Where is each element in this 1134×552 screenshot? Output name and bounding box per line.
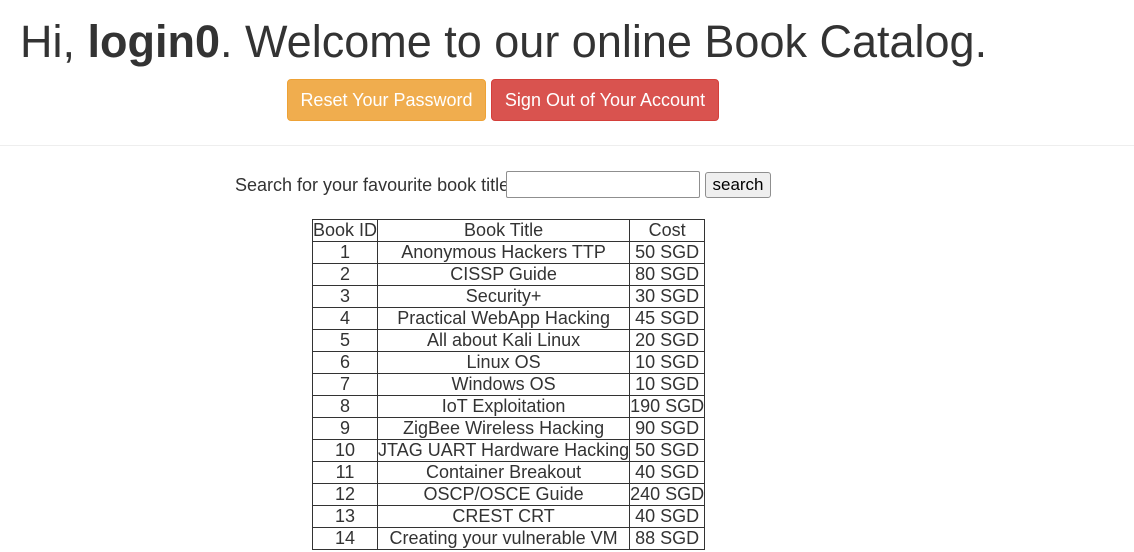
book-cost-cell: 240 SGD (629, 483, 706, 506)
table-header-row: Book ID Book Title Cost (311, 219, 706, 242)
book-id-cell: 6 (311, 351, 379, 374)
book-title-cell: JTAG UART Hardware Hacking (377, 439, 631, 462)
book-title-cell: Practical WebApp Hacking (377, 307, 631, 330)
book-id-cell: 5 (311, 329, 379, 352)
book-title-cell: Security+ (377, 285, 631, 308)
book-cost-cell: 10 SGD (629, 373, 706, 396)
book-title-cell: CREST CRT (377, 505, 631, 528)
table-row: 6 Linux OS 10 SGD (311, 351, 706, 374)
book-title-cell: All about Kali Linux (377, 329, 631, 352)
book-cost-cell: 80 SGD (629, 263, 706, 286)
search-button[interactable]: search (705, 172, 771, 198)
table-row: 2 CISSP Guide 80 SGD (311, 263, 706, 286)
search-input[interactable] (506, 171, 700, 198)
book-cost-cell: 50 SGD (629, 241, 706, 264)
book-cost-cell: 10 SGD (629, 351, 706, 374)
book-cost-cell: 30 SGD (629, 285, 706, 308)
table-row: 4 Practical WebApp Hacking 45 SGD (311, 307, 706, 330)
table-row: 12 OSCP/OSCE Guide 240 SGD (311, 483, 706, 506)
greeting-prefix: Hi, (20, 16, 88, 67)
book-cost-cell: 20 SGD (629, 329, 706, 352)
book-id-cell: 2 (311, 263, 379, 286)
table-row: 14 Creating your vulnerable VM 88 SGD (311, 527, 706, 550)
book-title-cell: CISSP Guide (377, 263, 631, 286)
header-divider (0, 145, 1134, 146)
table-row: 1 Anonymous Hackers TTP 50 SGD (311, 241, 706, 264)
book-id-cell: 9 (311, 417, 379, 440)
book-id-cell: 8 (311, 395, 379, 418)
book-title-cell: Creating your vulnerable VM (377, 527, 631, 550)
book-cost-cell: 45 SGD (629, 307, 706, 330)
book-id-cell: 3 (311, 285, 379, 308)
greeting-suffix: . Welcome to our online Book Catalog. (220, 16, 988, 67)
book-table: Book ID Book Title Cost 1 Anonymous Hacke… (311, 219, 706, 550)
table-row: 7 Windows OS 10 SGD (311, 373, 706, 396)
book-cost-cell: 88 SGD (629, 527, 706, 550)
book-cost-cell: 40 SGD (629, 461, 706, 484)
book-title-cell: ZigBee Wireless Hacking (377, 417, 631, 440)
book-title-cell: Linux OS (377, 351, 631, 374)
book-id-cell: 10 (311, 439, 379, 462)
book-cost-cell: 50 SGD (629, 439, 706, 462)
book-title-cell: IoT Exploitation (377, 395, 631, 418)
book-title-cell: OSCP/OSCE Guide (377, 483, 631, 506)
book-id-cell: 14 (311, 527, 379, 550)
book-id-cell: 11 (311, 461, 379, 484)
book-catalog-page: Hi, login0. Welcome to our online Book C… (0, 0, 1134, 552)
table-row: 8 IoT Exploitation 190 SGD (311, 395, 706, 418)
book-cost-cell: 40 SGD (629, 505, 706, 528)
reset-password-button[interactable]: Reset Your Password (287, 79, 486, 121)
welcome-heading: Hi, login0. Welcome to our online Book C… (20, 15, 987, 69)
table-row: 11 Container Breakout 40 SGD (311, 461, 706, 484)
book-id-cell: 4 (311, 307, 379, 330)
book-id-cell: 7 (311, 373, 379, 396)
book-title-cell: Anonymous Hackers TTP (377, 241, 631, 264)
book-id-cell: 13 (311, 505, 379, 528)
book-cost-cell: 90 SGD (629, 417, 706, 440)
column-header-cost: Cost (629, 219, 706, 242)
sign-out-button[interactable]: Sign Out of Your Account (491, 79, 719, 121)
book-cost-cell: 190 SGD (629, 395, 706, 418)
column-header-book-title: Book Title (377, 219, 631, 242)
book-id-cell: 12 (311, 483, 379, 506)
search-label: Search for your favourite book title (235, 175, 510, 195)
column-header-book-id: Book ID (311, 219, 379, 242)
book-title-cell: Windows OS (377, 373, 631, 396)
table-row: 9 ZigBee Wireless Hacking 90 SGD (311, 417, 706, 440)
table-row: 10 JTAG UART Hardware Hacking 50 SGD (311, 439, 706, 462)
table-row: 13 CREST CRT 40 SGD (311, 505, 706, 528)
book-table-body: 1 Anonymous Hackers TTP 50 SGD 2 CISSP Guide… (311, 241, 706, 550)
username: login0 (87, 16, 221, 67)
table-row: 5 All about Kali Linux 20 SGD (311, 329, 706, 352)
book-title-cell: Container Breakout (377, 461, 631, 484)
book-id-cell: 1 (311, 241, 379, 264)
table-row: 3 Security+ 30 SGD (311, 285, 706, 308)
